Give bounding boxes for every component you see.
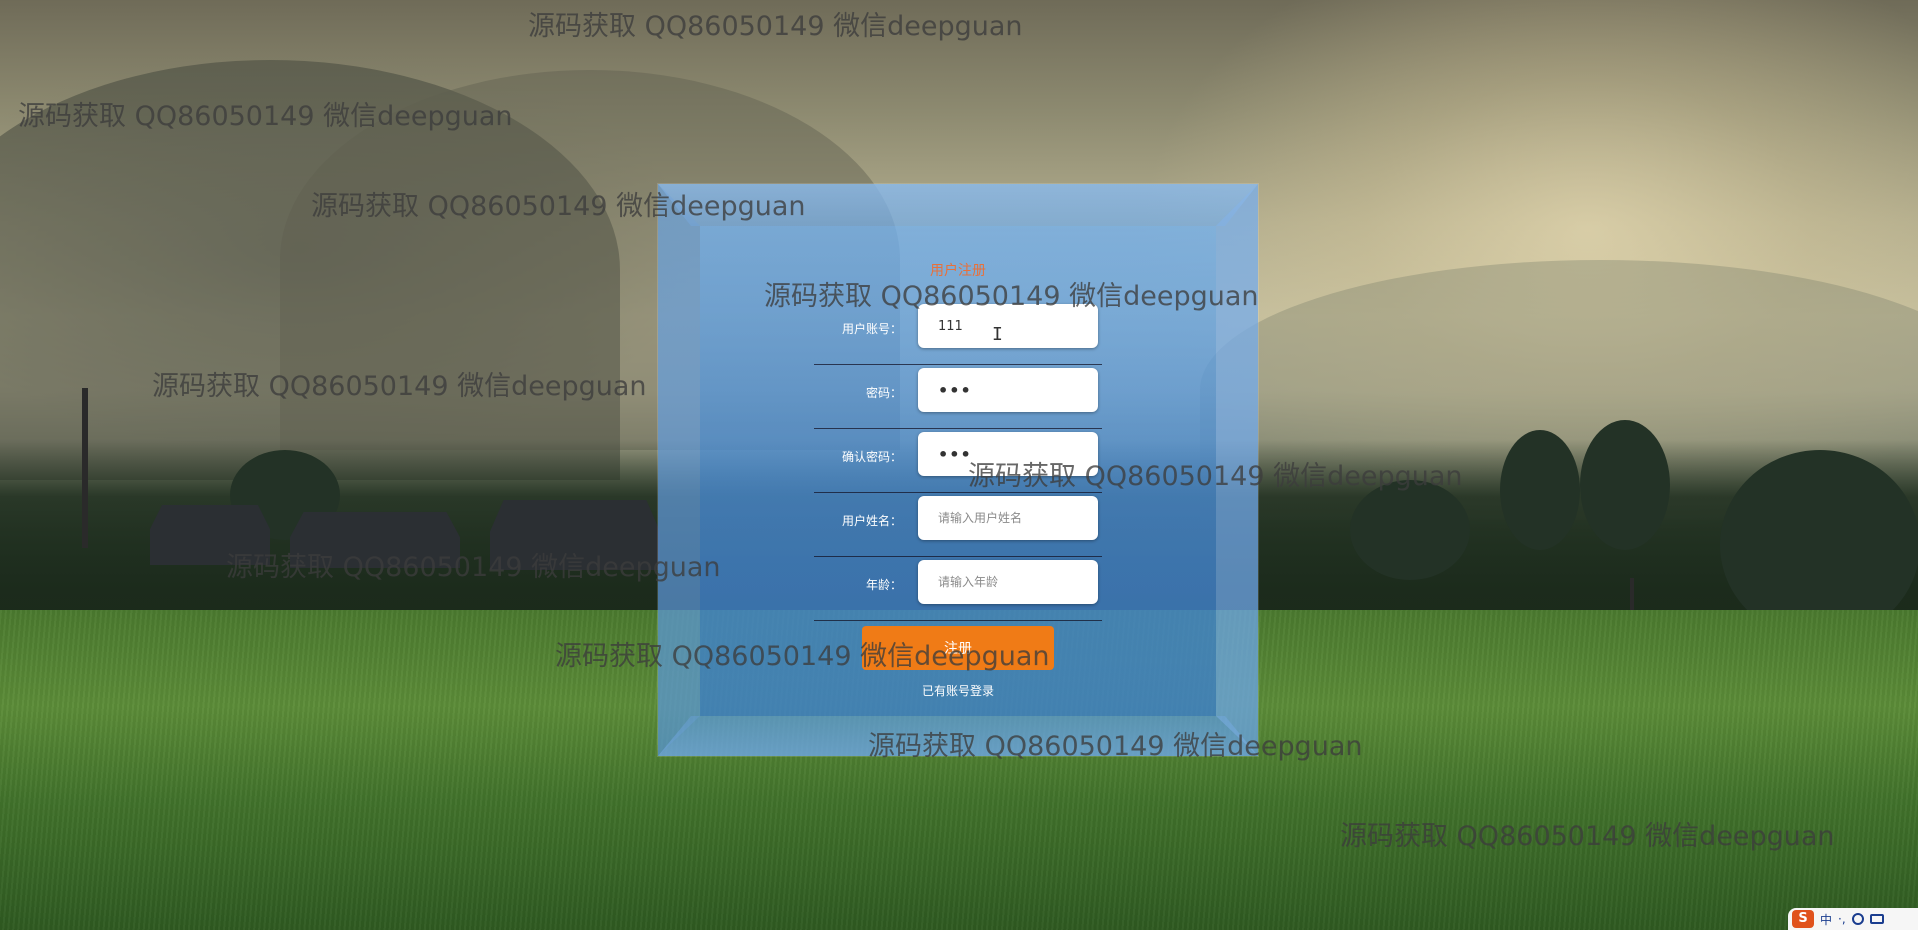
age-label: 年龄：: [865, 578, 902, 592]
field-row-password: 密码：: [814, 364, 1102, 429]
field-row-confirm-password: 确认密码：: [814, 428, 1102, 493]
password-input[interactable]: [918, 368, 1098, 412]
ime-lang-toggle[interactable]: 中: [1820, 911, 1832, 928]
login-link[interactable]: 已有账号登录: [658, 682, 1258, 699]
password-label: 密码：: [865, 386, 902, 400]
tree: [1500, 430, 1580, 550]
confirm-password-input[interactable]: [918, 432, 1098, 476]
house: [290, 512, 460, 568]
field-row-username: 用户姓名：: [814, 492, 1102, 557]
register-button[interactable]: 注册: [862, 626, 1054, 670]
username-input[interactable]: [918, 496, 1098, 540]
house: [150, 505, 270, 565]
keyboard-icon[interactable]: [1869, 914, 1884, 924]
confirm-password-label: 确认密码：: [841, 450, 902, 464]
field-row-account: 用户账号：: [814, 300, 1102, 365]
tree: [1580, 420, 1670, 550]
panel-bevel-top: [658, 184, 1258, 226]
panel-bevel-bottom: [658, 716, 1258, 756]
tree: [1350, 480, 1470, 580]
text-cursor-icon: I: [992, 324, 1003, 345]
age-input[interactable]: [918, 560, 1098, 604]
ime-punctuation-toggle[interactable]: ·,: [1838, 912, 1846, 926]
field-row-age: 年龄：: [814, 556, 1102, 621]
utility-pole: [82, 388, 88, 548]
form-title: 用户注册: [930, 263, 986, 279]
ime-toolbar[interactable]: S 中 ·,: [1788, 908, 1918, 930]
house: [490, 500, 660, 570]
account-input[interactable]: [918, 304, 1098, 348]
emoji-icon[interactable]: [1851, 913, 1864, 925]
sogou-logo-icon[interactable]: S: [1792, 910, 1814, 928]
register-panel: 用户注册 用户账号： 密码： 确认密码： 用户姓名： 年龄： 注册 已有账号登录: [658, 184, 1258, 756]
username-label: 用户姓名：: [841, 514, 902, 528]
account-label: 用户账号：: [841, 322, 902, 336]
